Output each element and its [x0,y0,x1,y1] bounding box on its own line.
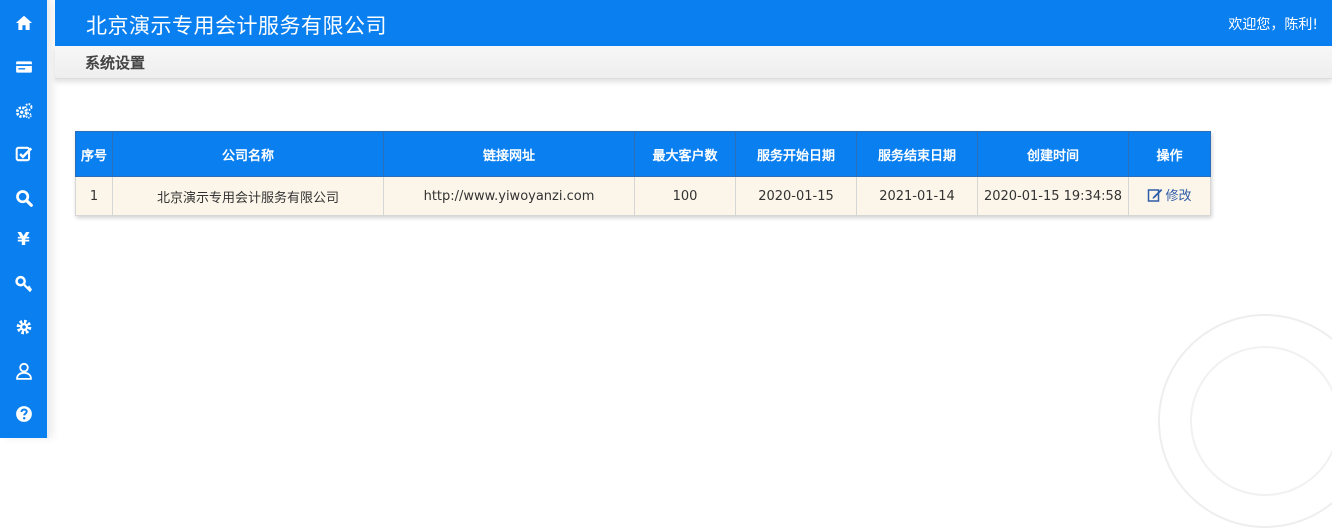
key-icon[interactable] [0,269,47,299]
cell-created: 2020-01-15 19:34:58 [977,176,1129,216]
edit-icon [1148,188,1163,202]
home-icon[interactable] [0,8,47,38]
cell-url: http://www.yiwoyanzi.com [383,176,635,216]
top-header: 北京演示专用会计服务有限公司 欢迎您，陈利! [55,0,1332,46]
background-watermark [1158,314,1332,528]
header-index: 序号 [75,131,113,177]
table-row: 1 北京演示专用会计服务有限公司 http://www.yiwoyanzi.co… [75,176,1211,216]
card-icon[interactable] [0,52,47,82]
cell-start-date: 2020-01-15 [735,176,857,216]
gear-icon[interactable] [0,312,47,342]
cell-end-date: 2021-01-14 [856,176,978,216]
gears-icon[interactable] [0,96,47,126]
breadcrumb-current: 系统设置 [85,54,146,72]
check-square-icon[interactable] [0,139,47,169]
help-icon[interactable] [0,399,47,429]
header-created: 创建时间 [977,131,1129,177]
app-title: 北京演示专用会计服务有限公司 [86,14,387,38]
header-company: 公司名称 [112,131,384,177]
header-url: 链接网址 [383,131,635,177]
cell-action: 修改 [1128,176,1211,216]
cell-max-clients: 100 [634,176,736,216]
edit-label: 修改 [1165,189,1192,205]
header-action: 操作 [1128,131,1211,177]
yen-icon[interactable]: ¥ [0,225,47,255]
breadcrumb: 系统设置 [55,46,1332,79]
header-start-date: 服务开始日期 [735,131,857,177]
edit-link[interactable]: 修改 [1147,185,1192,205]
welcome-text: 欢迎您，陈利! [1228,17,1318,33]
search-icon[interactable] [0,183,47,213]
cell-company: 北京演示专用会计服务有限公司 [112,176,384,216]
company-table: 序号 公司名称 链接网址 最大客户数 服务开始日期 服务结束日期 创建时间 操作… [75,131,1211,216]
user-icon[interactable] [0,356,47,386]
header-max-clients: 最大客户数 [634,131,736,177]
sidebar: ¥ [0,0,47,438]
header-end-date: 服务结束日期 [856,131,978,177]
table-header-row: 序号 公司名称 链接网址 最大客户数 服务开始日期 服务结束日期 创建时间 操作 [75,131,1211,177]
cell-index: 1 [75,176,113,216]
